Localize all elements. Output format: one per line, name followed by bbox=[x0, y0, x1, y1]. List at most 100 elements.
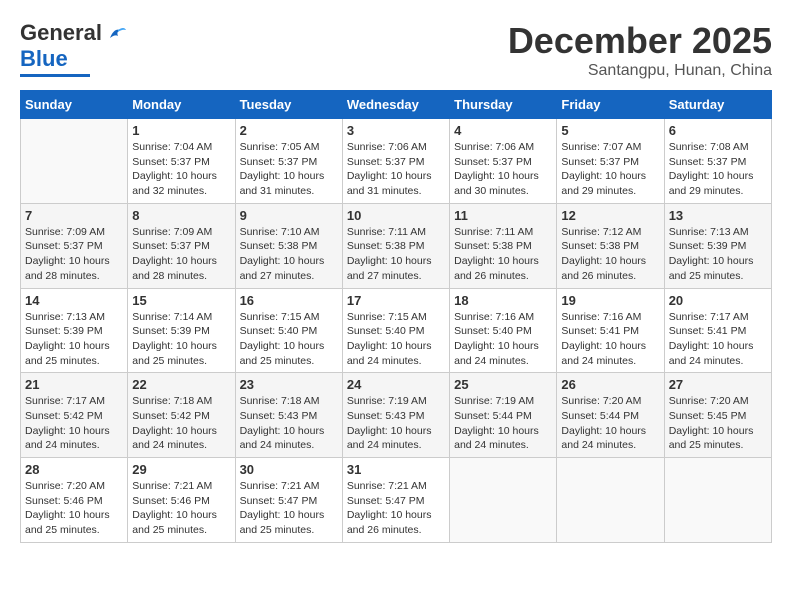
day-info: Sunrise: 7:15 AM Sunset: 5:40 PM Dayligh… bbox=[347, 310, 445, 369]
day-cell-6: 6Sunrise: 7:08 AM Sunset: 5:37 PM Daylig… bbox=[664, 119, 771, 204]
day-info: Sunrise: 7:12 AM Sunset: 5:38 PM Dayligh… bbox=[561, 225, 659, 284]
day-cell-10: 10 Sunrise: 7:11 AM Sunset: 5:38 PM Dayli… bbox=[342, 203, 449, 288]
day-info: Sunrise: 7:20 AM Sunset: 5:46 PM Dayligh… bbox=[25, 479, 123, 538]
day-info: Sunrise: 7:15 AM Sunset: 5:40 PM Dayligh… bbox=[240, 310, 338, 369]
day-cell-8: 8 Sunrise: 7:09 AM Sunset: 5:37 PM Daylig… bbox=[128, 203, 235, 288]
calendar-week-3: 14Sunrise: 7:13 AM Sunset: 5:39 PM Dayli… bbox=[21, 288, 772, 373]
day-number: 19 bbox=[561, 293, 659, 308]
day-number: 30 bbox=[240, 462, 338, 477]
logo: General Blue bbox=[20, 20, 128, 77]
day-info: Sunrise: 7:20 AM Sunset: 5:45 PM Dayligh… bbox=[669, 394, 767, 453]
empty-cell bbox=[450, 458, 557, 543]
empty-cell bbox=[557, 458, 664, 543]
day-cell-20: 20 Sunrise: 7:17 AM Sunset: 5:41 PM Dayli… bbox=[664, 288, 771, 373]
day-number: 18 bbox=[454, 293, 552, 308]
day-info: Sunrise: 7:20 AM Sunset: 5:44 PM Dayligh… bbox=[561, 394, 659, 453]
day-cell-5: 5 Sunrise: 7:07 AM Sunset: 5:37 PM Daylig… bbox=[557, 119, 664, 204]
day-cell-22: 22Sunrise: 7:18 AM Sunset: 5:42 PM Dayli… bbox=[128, 373, 235, 458]
day-info: Sunrise: 7:11 AM Sunset: 5:38 PM Dayligh… bbox=[347, 225, 445, 284]
day-info: Sunrise: 7:21 AM Sunset: 5:47 PM Dayligh… bbox=[240, 479, 338, 538]
day-header-saturday: Saturday bbox=[664, 91, 771, 119]
calendar-week-1: 1 Sunrise: 7:04 AM Sunset: 5:37 PM Daylig… bbox=[21, 119, 772, 204]
day-header-sunday: Sunday bbox=[21, 91, 128, 119]
calendar-week-4: 21 Sunrise: 7:17 AM Sunset: 5:42 PM Dayli… bbox=[21, 373, 772, 458]
day-cell-31: 31 Sunrise: 7:21 AM Sunset: 5:47 PM Dayli… bbox=[342, 458, 449, 543]
day-number: 13 bbox=[669, 208, 767, 223]
day-cell-16: 16 Sunrise: 7:15 AM Sunset: 5:40 PM Dayli… bbox=[235, 288, 342, 373]
day-number: 11 bbox=[454, 208, 552, 223]
calendar-week-5: 28 Sunrise: 7:20 AM Sunset: 5:46 PM Dayli… bbox=[21, 458, 772, 543]
day-number: 3 bbox=[347, 123, 445, 138]
month-title: December 2025 bbox=[508, 20, 772, 62]
day-number: 5 bbox=[561, 123, 659, 138]
day-info: Sunrise: 7:18 AM Sunset: 5:43 PM Dayligh… bbox=[240, 394, 338, 453]
day-cell-24: 24 Sunrise: 7:19 AM Sunset: 5:43 PM Dayli… bbox=[342, 373, 449, 458]
day-number: 23 bbox=[240, 377, 338, 392]
day-number: 20 bbox=[669, 293, 767, 308]
day-cell-4: 4 Sunrise: 7:06 AM Sunset: 5:37 PM Daylig… bbox=[450, 119, 557, 204]
day-info: Sunrise: 7:05 AM Sunset: 5:37 PM Dayligh… bbox=[240, 140, 338, 199]
day-cell-17: 17 Sunrise: 7:15 AM Sunset: 5:40 PM Dayli… bbox=[342, 288, 449, 373]
calendar-table: SundayMondayTuesdayWednesdayThursdayFrid… bbox=[20, 90, 772, 543]
day-info: Sunrise: 7:21 AM Sunset: 5:47 PM Dayligh… bbox=[347, 479, 445, 538]
day-cell-26: 26 Sunrise: 7:20 AM Sunset: 5:44 PM Dayli… bbox=[557, 373, 664, 458]
empty-cell bbox=[21, 119, 128, 204]
day-number: 6 bbox=[669, 123, 767, 138]
day-number: 31 bbox=[347, 462, 445, 477]
day-cell-19: 19Sunrise: 7:16 AM Sunset: 5:41 PM Dayli… bbox=[557, 288, 664, 373]
day-cell-15: 15 Sunrise: 7:14 AM Sunset: 5:39 PM Dayli… bbox=[128, 288, 235, 373]
day-info: Sunrise: 7:07 AM Sunset: 5:37 PM Dayligh… bbox=[561, 140, 659, 199]
day-cell-21: 21 Sunrise: 7:17 AM Sunset: 5:42 PM Dayli… bbox=[21, 373, 128, 458]
day-number: 27 bbox=[669, 377, 767, 392]
empty-cell bbox=[664, 458, 771, 543]
day-number: 8 bbox=[132, 208, 230, 223]
day-info: Sunrise: 7:10 AM Sunset: 5:38 PM Dayligh… bbox=[240, 225, 338, 284]
day-number: 15 bbox=[132, 293, 230, 308]
day-number: 24 bbox=[347, 377, 445, 392]
day-number: 1 bbox=[132, 123, 230, 138]
day-number: 26 bbox=[561, 377, 659, 392]
day-header-thursday: Thursday bbox=[450, 91, 557, 119]
day-info: Sunrise: 7:09 AM Sunset: 5:37 PM Dayligh… bbox=[25, 225, 123, 284]
page-header: General Blue December 2025 Santangpu, Hu… bbox=[20, 20, 772, 80]
location-subtitle: Santangpu, Hunan, China bbox=[508, 62, 772, 80]
day-info: Sunrise: 7:19 AM Sunset: 5:44 PM Dayligh… bbox=[454, 394, 552, 453]
day-info: Sunrise: 7:18 AM Sunset: 5:42 PM Dayligh… bbox=[132, 394, 230, 453]
day-number: 4 bbox=[454, 123, 552, 138]
day-cell-25: 25Sunrise: 7:19 AM Sunset: 5:44 PM Dayli… bbox=[450, 373, 557, 458]
day-number: 21 bbox=[25, 377, 123, 392]
day-cell-23: 23 Sunrise: 7:18 AM Sunset: 5:43 PM Dayli… bbox=[235, 373, 342, 458]
day-cell-11: 11Sunrise: 7:11 AM Sunset: 5:38 PM Dayli… bbox=[450, 203, 557, 288]
day-number: 14 bbox=[25, 293, 123, 308]
day-cell-18: 18Sunrise: 7:16 AM Sunset: 5:40 PM Dayli… bbox=[450, 288, 557, 373]
logo-text-general: General bbox=[20, 20, 102, 46]
day-cell-13: 13 Sunrise: 7:13 AM Sunset: 5:39 PM Dayli… bbox=[664, 203, 771, 288]
day-info: Sunrise: 7:06 AM Sunset: 5:37 PM Dayligh… bbox=[454, 140, 552, 199]
day-info: Sunrise: 7:13 AM Sunset: 5:39 PM Dayligh… bbox=[669, 225, 767, 284]
day-cell-30: 30 Sunrise: 7:21 AM Sunset: 5:47 PM Dayli… bbox=[235, 458, 342, 543]
day-number: 12 bbox=[561, 208, 659, 223]
day-cell-7: 7 Sunrise: 7:09 AM Sunset: 5:37 PM Daylig… bbox=[21, 203, 128, 288]
logo-text-blue: Blue bbox=[20, 46, 68, 72]
day-info: Sunrise: 7:17 AM Sunset: 5:41 PM Dayligh… bbox=[669, 310, 767, 369]
day-number: 7 bbox=[25, 208, 123, 223]
title-area: December 2025 Santangpu, Hunan, China bbox=[508, 20, 772, 80]
day-cell-3: 3 Sunrise: 7:06 AM Sunset: 5:37 PM Daylig… bbox=[342, 119, 449, 204]
day-info: Sunrise: 7:04 AM Sunset: 5:37 PM Dayligh… bbox=[132, 140, 230, 199]
day-info: Sunrise: 7:09 AM Sunset: 5:37 PM Dayligh… bbox=[132, 225, 230, 284]
day-number: 10 bbox=[347, 208, 445, 223]
day-cell-9: 9 Sunrise: 7:10 AM Sunset: 5:38 PM Daylig… bbox=[235, 203, 342, 288]
day-number: 28 bbox=[25, 462, 123, 477]
day-info: Sunrise: 7:17 AM Sunset: 5:42 PM Dayligh… bbox=[25, 394, 123, 453]
day-cell-28: 28 Sunrise: 7:20 AM Sunset: 5:46 PM Dayli… bbox=[21, 458, 128, 543]
day-info: Sunrise: 7:14 AM Sunset: 5:39 PM Dayligh… bbox=[132, 310, 230, 369]
day-header-monday: Monday bbox=[128, 91, 235, 119]
day-cell-12: 12 Sunrise: 7:12 AM Sunset: 5:38 PM Dayli… bbox=[557, 203, 664, 288]
day-cell-27: 27 Sunrise: 7:20 AM Sunset: 5:45 PM Dayli… bbox=[664, 373, 771, 458]
day-info: Sunrise: 7:19 AM Sunset: 5:43 PM Dayligh… bbox=[347, 394, 445, 453]
day-info: Sunrise: 7:06 AM Sunset: 5:37 PM Dayligh… bbox=[347, 140, 445, 199]
day-number: 17 bbox=[347, 293, 445, 308]
day-number: 16 bbox=[240, 293, 338, 308]
day-number: 9 bbox=[240, 208, 338, 223]
day-cell-1: 1 Sunrise: 7:04 AM Sunset: 5:37 PM Daylig… bbox=[128, 119, 235, 204]
